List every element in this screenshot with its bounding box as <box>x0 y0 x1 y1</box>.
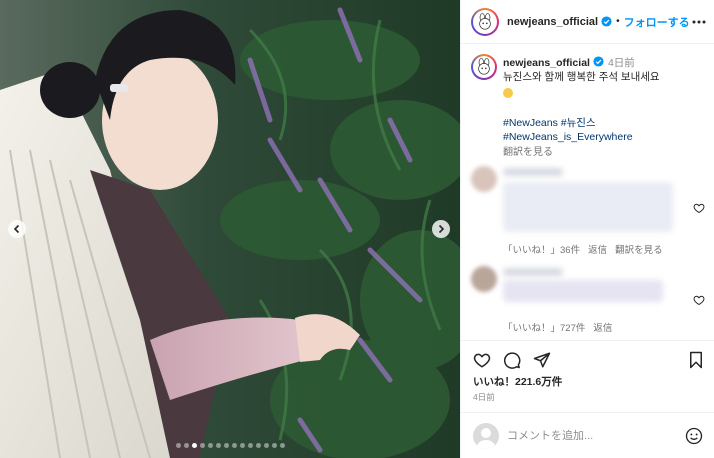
post-age[interactable]: 4日前 <box>473 391 495 403</box>
carousel-prev-button[interactable] <box>8 220 26 238</box>
comment-translate-link[interactable]: 翻訳を見る <box>615 242 663 256</box>
caption-text: 뉴진스와 함께 행복한 주석 보내세요 <box>503 71 660 83</box>
carousel-dot <box>183 443 189 448</box>
carousel-dot <box>231 443 237 448</box>
likes-count[interactable]: いいね！221.6万件 <box>473 374 562 389</box>
photo-image <box>0 0 460 458</box>
blurred-username <box>503 168 563 176</box>
comment-item: 「いいね！」727件 返信 <box>471 266 707 336</box>
comment-composer <box>461 412 714 458</box>
comment-reply-button[interactable]: 返信 <box>593 320 612 334</box>
caption-time[interactable]: 4日前 <box>608 57 635 69</box>
header-separator: • <box>616 16 620 27</box>
carousel-dot <box>175 443 181 448</box>
verified-badge-icon <box>593 56 604 67</box>
comment-reply-button[interactable]: 返信 <box>588 242 607 256</box>
caption-handle[interactable]: newjeans_official <box>503 57 590 69</box>
bunny-logo-icon <box>478 58 490 75</box>
post-header: newjeans_official • フォローする <box>461 0 714 44</box>
blurred-username <box>503 268 563 276</box>
hashtags-line-2[interactable]: #NewJeans_is_Everywhere <box>503 131 633 143</box>
carousel-dot <box>247 443 253 448</box>
comments-section[interactable]: newjeans_official 4日前 뉴진스와 함께 행복한 주석 보내세요… <box>461 44 714 338</box>
blurred-comment-text <box>503 182 673 232</box>
carousel-dot <box>239 443 245 448</box>
carousel-dot <box>271 443 277 448</box>
author-handle[interactable]: newjeans_official <box>507 16 598 28</box>
more-horizontal-icon[interactable] <box>691 15 707 29</box>
bunny-logo-icon <box>479 12 491 30</box>
carousel-dot <box>223 443 229 448</box>
chevron-right-icon <box>438 224 445 234</box>
carousel-indicator <box>0 443 460 448</box>
post-photo[interactable] <box>0 0 460 458</box>
bookmark-icon[interactable] <box>687 351 705 369</box>
verified-badge-icon <box>601 16 612 27</box>
blurred-comment-text <box>503 280 663 302</box>
smiley-icon[interactable] <box>685 427 703 445</box>
chevron-left-icon <box>13 224 20 234</box>
carousel-dot <box>255 443 261 448</box>
comment-like-icon[interactable] <box>693 202 705 214</box>
carousel-dot <box>191 443 197 448</box>
comment-icon[interactable] <box>503 351 521 369</box>
caption-avatar[interactable] <box>471 54 497 80</box>
comment-input[interactable] <box>507 427 667 445</box>
comment-likes[interactable]: 「いいね！」36件 <box>503 242 580 256</box>
author-avatar[interactable] <box>471 7 499 36</box>
comment-like-icon[interactable] <box>693 294 705 306</box>
commenter-avatar[interactable] <box>471 266 497 292</box>
caption-hashtags: #NewJeans #뉴진스 #NewJeans_is_Everywhere <box>503 116 703 144</box>
comment-meta: 「いいね！」36件 返信 翻訳を見る <box>503 242 663 256</box>
carousel-dot <box>207 443 213 448</box>
comment-likes[interactable]: 「いいね！」727件 <box>503 320 585 334</box>
carousel-next-button[interactable] <box>432 220 450 238</box>
heart-icon[interactable] <box>473 351 491 369</box>
current-user-avatar <box>473 423 499 449</box>
carousel-dot <box>263 443 269 448</box>
carousel-dot <box>279 443 285 448</box>
hashtags-line-1[interactable]: #NewJeans #뉴진스 <box>503 117 596 129</box>
comment-meta: 「いいね！」727件 返信 <box>503 320 612 334</box>
follow-button[interactable]: フォローする <box>624 14 690 30</box>
comment-item: 「いいね！」36件 返信 翻訳を見る <box>471 166 707 256</box>
carousel-dot <box>215 443 221 448</box>
commenter-avatar[interactable] <box>471 166 497 192</box>
send-icon[interactable] <box>533 351 551 369</box>
default-avatar-icon <box>477 428 495 449</box>
carousel-dot <box>199 443 205 448</box>
caption-translate-link[interactable]: 翻訳を見る <box>503 146 703 160</box>
post-side-panel: newjeans_official • フォローする newjeans_offi… <box>460 0 714 458</box>
sun-emoji-icon <box>503 88 513 98</box>
